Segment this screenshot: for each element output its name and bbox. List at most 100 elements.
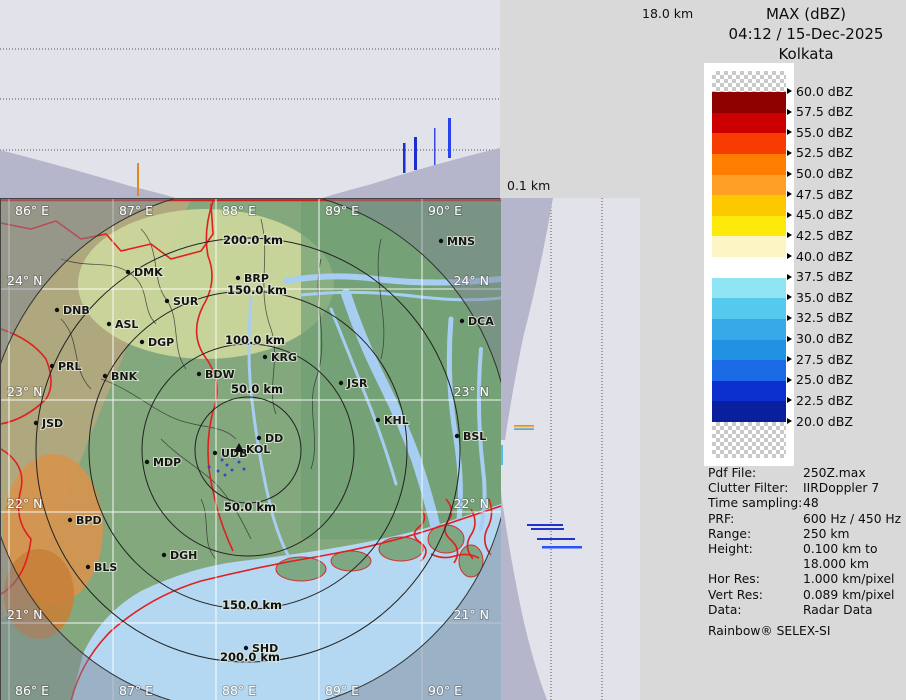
station-dot [213, 451, 217, 455]
legend-color-band [712, 113, 786, 134]
legend-color-band [712, 319, 786, 340]
echo-mark [501, 445, 503, 465]
legend-color-band [712, 422, 786, 458]
legend-level-label: 32.5 dBZ [787, 311, 853, 325]
echo-mark [414, 137, 417, 170]
echo-pixel [208, 466, 211, 469]
legend-level-label: 57.5 dBZ [787, 105, 853, 119]
metadata-label: Hor Res: [708, 572, 803, 587]
metadata-row: Height:0.100 km to 18.000 km [708, 542, 906, 572]
level-tick-icon [787, 377, 792, 383]
station-dot [439, 239, 443, 243]
station-label: PRL [58, 360, 82, 373]
metadata-value: 48 [803, 496, 819, 511]
latitude-label: 22° N [7, 496, 42, 511]
map-canvas: 200.0 km150.0 km100.0 km50.0 km50.0 km15… [1, 199, 501, 700]
level-tick-icon [787, 212, 792, 218]
station-label: JSR [346, 377, 368, 390]
metadata-row: Time sampling:48 [708, 496, 906, 511]
legend-level-label: 42.5 dBZ [787, 228, 853, 242]
latitude-label: 24° N [454, 273, 489, 288]
longitude-label: 86° E [15, 203, 49, 218]
latitude-label: 23° N [454, 384, 489, 399]
legend-level-label: 25.0 dBZ [787, 373, 853, 387]
station-dot [244, 646, 248, 650]
echo-mark [527, 524, 563, 526]
metadata-value: 1.000 km/pixel [803, 572, 894, 587]
metadata-row: Range:250 km [708, 527, 906, 542]
legend-level-label: 52.5 dBZ [787, 146, 853, 160]
echo-mark [403, 143, 406, 173]
metadata-row: Pdf File:250Z.max [708, 466, 906, 481]
reflectivity-color-scale [704, 63, 794, 466]
station-dot [339, 381, 343, 385]
level-tick-icon [787, 356, 792, 362]
metadata-label: Clutter Filter: [708, 481, 803, 496]
legend-color-band [712, 133, 786, 154]
station-dot [55, 308, 59, 312]
station-dot [455, 434, 459, 438]
longitude-label: 90° E [428, 203, 462, 218]
legend-color-band [712, 278, 786, 299]
longitude-label: 89° E [325, 203, 359, 218]
echo-mark [137, 163, 139, 196]
station-label: MNS [447, 235, 475, 248]
metadata-value: Radar Data [803, 603, 872, 618]
station-dot [68, 518, 72, 522]
station-dot [236, 276, 240, 280]
legend-level-label: 27.5 dBZ [787, 352, 853, 366]
legend-color-band [712, 175, 786, 196]
side-profile-canvas [501, 198, 641, 700]
longitude-label: 90° E [428, 683, 462, 698]
legend-color-band [712, 71, 786, 92]
station-dot [34, 421, 38, 425]
echo-mark [434, 128, 436, 165]
level-tick-icon [787, 88, 792, 94]
echo-mark [448, 118, 451, 158]
range-ring-label: 150.0 km [222, 598, 282, 612]
level-tick-icon [787, 315, 792, 321]
metadata-label: Vert Res: [708, 588, 803, 603]
top-height-profile-panel [0, 0, 500, 198]
legend-level-label: 60.0 dBZ [787, 84, 853, 98]
station-dot [107, 322, 111, 326]
legend-level-label: 35.0 dBZ [787, 290, 853, 304]
legend-color-band [712, 257, 786, 278]
metadata-value: 250Z.max [803, 466, 866, 481]
legend-color-band [712, 298, 786, 319]
station-dot [103, 374, 107, 378]
metadata-label: Range: [708, 527, 803, 542]
legend-color-band [712, 381, 786, 402]
range-shadow-wedge [0, 150, 176, 198]
level-tick-icon [787, 191, 792, 197]
echo-mark [514, 427, 534, 429]
range-shadow-wedge [501, 198, 553, 440]
station-dot [257, 436, 261, 440]
station-label: DGP [148, 336, 174, 349]
station-dot [86, 565, 90, 569]
level-tick-icon [787, 171, 792, 177]
level-tick-icon [787, 232, 792, 238]
longitude-label: 88° E [222, 203, 256, 218]
echo-mark [537, 538, 575, 540]
legend-level-label: 45.0 dBZ [787, 208, 853, 222]
station-dot [145, 460, 149, 464]
station-label: DNB [63, 304, 90, 317]
echo-pixel [243, 468, 246, 471]
longitude-label: 87° E [119, 203, 153, 218]
station-dot [140, 340, 144, 344]
station-label: BPD [76, 514, 102, 527]
radar-site-label: KOL [246, 443, 270, 456]
echo-pixel [226, 464, 229, 467]
station-label: KHL [384, 414, 409, 427]
echo-mark [514, 428, 534, 430]
metadata-row: Clutter Filter:IIRDoppler 7 [708, 481, 906, 496]
level-tick-icon [787, 336, 792, 342]
station-dot [263, 355, 267, 359]
radar-map-display[interactable]: 200.0 km150.0 km100.0 km50.0 km50.0 km15… [0, 198, 500, 700]
range-ring-label: 50.0 km [231, 382, 283, 396]
legend-level-label: 55.0 dBZ [787, 125, 853, 139]
station-dot [197, 372, 201, 376]
level-tick-icon [787, 253, 792, 259]
metadata-label: Height: [708, 542, 803, 572]
